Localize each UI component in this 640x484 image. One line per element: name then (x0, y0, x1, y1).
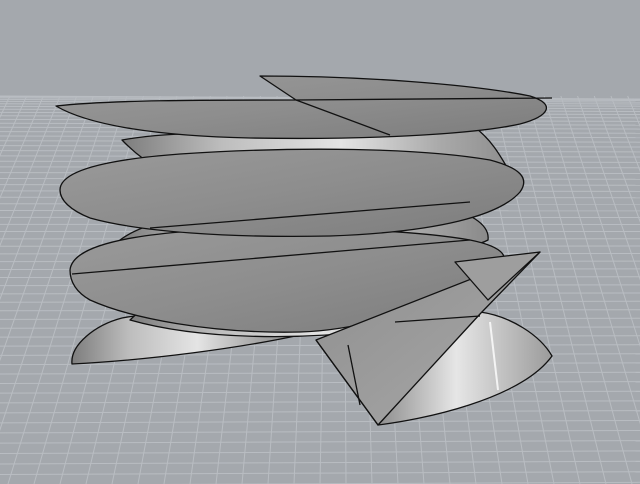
grid-line-v (0, 95, 61, 247)
grid-line-v (560, 95, 640, 348)
grid-line-h (0, 450, 640, 455)
grid-line-h (0, 371, 640, 375)
3d-viewport[interactable] (0, 0, 640, 484)
grid-line-v (510, 95, 607, 484)
grid-line-v (577, 95, 640, 281)
grid-line-h (0, 381, 640, 385)
helical-surface-model[interactable] (55, 75, 553, 426)
grid-line-v (0, 95, 78, 301)
viewport-canvas[interactable] (0, 0, 640, 484)
grid-line-h (0, 410, 640, 414)
grid-line-v (0, 95, 28, 157)
helix-disk-1 (55, 75, 548, 140)
grid-line-h (0, 420, 640, 424)
grid-line-h (0, 400, 640, 404)
grid-line-h (0, 390, 640, 394)
grid-line-v (493, 95, 581, 484)
